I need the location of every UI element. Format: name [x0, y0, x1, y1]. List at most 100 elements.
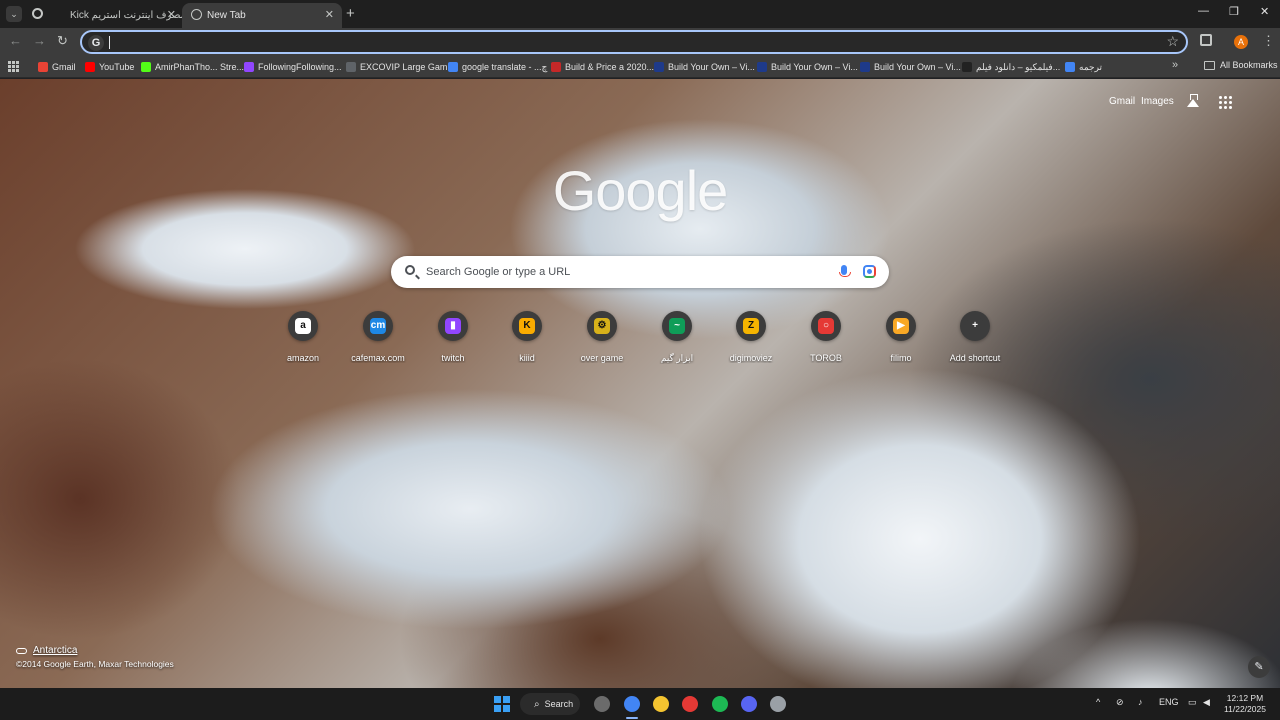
add-shortcut-button[interactable]: + Add shortcut	[940, 311, 1010, 367]
shortcut-tile[interactable]: ○ TOROB	[791, 311, 861, 367]
shortcut-icon-circle: ▶	[886, 311, 916, 341]
clock-date: 11/22/2025	[1224, 704, 1266, 714]
shortcut-label: ابزار گیم	[660, 353, 694, 363]
taskbar-search-button[interactable]: ⌕ Search	[520, 693, 580, 715]
back-button[interactable]: ←	[9, 33, 22, 48]
shortcut-label: TOROB	[810, 353, 842, 363]
new-tab-button[interactable]: +	[346, 5, 355, 22]
search-input[interactable]	[426, 256, 826, 288]
shortcut-tile[interactable]: Zdigimoviez	[716, 311, 786, 367]
bookmark-item[interactable]: Gmail	[38, 60, 76, 74]
bookmark-item[interactable]: Build & Price a 2020...	[551, 60, 654, 74]
apps-grid-icon[interactable]	[8, 61, 19, 72]
shortcut-tile[interactable]: ▶ filimo	[866, 311, 936, 367]
bookmark-item[interactable]: EXCOVIP Large Gam...	[346, 60, 455, 74]
shortcut-icon-circle: cm	[363, 311, 393, 341]
favicon-icon	[448, 62, 458, 72]
attribution-credit: ©2014 Google Earth, Maxar Technologies	[16, 659, 174, 669]
media-player-icon[interactable]	[682, 696, 698, 712]
shortcut-favicon-icon: ▶	[893, 318, 909, 334]
search-box[interactable]	[391, 256, 889, 288]
gmail-link[interactable]: Gmail	[1109, 96, 1135, 107]
google-lens-icon[interactable]	[863, 265, 876, 278]
shortcut-icon-circle: ⚙	[587, 311, 617, 341]
bookmark-star-icon[interactable]: ☆	[1166, 33, 1179, 50]
chrome-icon[interactable]	[624, 696, 640, 712]
bookmark-label: YouTube	[99, 62, 135, 72]
steam-icon[interactable]	[770, 696, 786, 712]
microphone-tray-icon[interactable]: ♪	[1138, 697, 1143, 707]
bookmark-item[interactable]: YouTube	[85, 60, 134, 74]
bookmark-item[interactable]: Build Your Own – Vi...	[654, 60, 755, 74]
google-icon: G	[88, 35, 104, 51]
tray-overflow-chevron-icon[interactable]: ^	[1096, 697, 1100, 707]
shortcut-favicon-icon: K	[519, 318, 535, 334]
shortcut-tile[interactable]: ▮ twitch	[418, 311, 488, 367]
spotify-icon[interactable]	[712, 696, 728, 712]
forward-button[interactable]: →	[33, 33, 46, 48]
minimize-button[interactable]: —	[1198, 5, 1209, 17]
google-logo: Google	[552, 159, 729, 222]
chrome-menu-icon[interactable]: ⋮	[1262, 33, 1275, 49]
display-icon[interactable]: ▭	[1188, 697, 1197, 708]
language-indicator[interactable]: ENG	[1159, 697, 1179, 707]
tab-search-button[interactable]: ⌄	[6, 6, 22, 22]
all-bookmarks-button[interactable]: All Bookmarks	[1204, 60, 1278, 70]
bookmark-item[interactable]: Build Your Own – Vi...	[757, 60, 858, 74]
system-clock[interactable]: 12:12 PM 11/22/2025	[1220, 693, 1270, 715]
background-attribution: Antarctica ©2014 Google Earth, Maxar Tec…	[16, 645, 174, 669]
bookmark-item[interactable]: ترجمه	[1065, 60, 1102, 74]
attribution-place-link[interactable]: Antarctica	[33, 645, 77, 656]
shortcut-label: Add shortcut	[949, 353, 1001, 363]
window-close-button[interactable]: ✕	[1260, 5, 1269, 18]
task-view-icon[interactable]	[594, 696, 610, 712]
shortcut-favicon-icon: ⚙	[594, 318, 610, 334]
bookmark-item[interactable]: AmirPhanTho... Stre...	[141, 60, 244, 74]
close-tab-icon[interactable]: ✕	[167, 8, 176, 21]
shortcut-label: twitch	[441, 353, 465, 363]
favicon-icon	[962, 62, 972, 72]
extensions-puzzle-icon[interactable]	[1200, 34, 1212, 46]
bookmark-label: ترجمه	[1079, 61, 1103, 72]
tab-new-tab[interactable]: New Tab ✕	[182, 3, 342, 28]
shortcut-tile[interactable]: Kkiiid	[492, 311, 562, 367]
windows-taskbar: ⌕ Search ^ ⊘ ♪ ENG ▭ ◀ 12:12 PM 11/22/20…	[0, 688, 1280, 720]
network-status-icon[interactable]: ⊘	[1116, 697, 1124, 708]
images-link[interactable]: Images	[1141, 96, 1174, 107]
bookmark-label: Build Your Own – Vi...	[668, 62, 755, 72]
shortcut-tile[interactable]: cm cafemax.com	[343, 311, 413, 367]
reload-button[interactable]: ↻	[57, 33, 68, 49]
bookmark-item[interactable]: google translate - ...چ	[448, 60, 547, 74]
shortcut-tile[interactable]: ~ ابزار گیم	[642, 311, 712, 367]
windows-start-icon[interactable]	[494, 696, 510, 712]
customize-pencil-icon[interactable]: ✎	[1248, 656, 1270, 678]
shortcut-icon-circle: ~	[662, 311, 692, 341]
discord-icon[interactable]	[741, 696, 757, 712]
profile-avatar[interactable]: A	[1234, 35, 1248, 49]
maximize-button[interactable]: ❐	[1229, 5, 1239, 18]
labs-flask-icon[interactable]	[1187, 94, 1199, 107]
close-tab-icon[interactable]: ✕	[325, 8, 334, 21]
favicon-icon	[85, 62, 95, 72]
shortcut-tile[interactable]: a amazon	[268, 311, 338, 367]
pinned-tab-icon[interactable]	[32, 8, 43, 19]
shortcut-tile[interactable]: ⚙ over game	[567, 311, 637, 367]
active-app-indicator	[626, 717, 638, 719]
google-apps-icon[interactable]	[1219, 96, 1232, 109]
bookmarks-bar: Gmail YouTube AmirPhanTho... Stre... Follow…	[0, 56, 1280, 78]
file-explorer-icon[interactable]	[653, 696, 669, 712]
bookmark-item[interactable]: فیلمکیو – دانلود فیلم...	[962, 60, 1060, 74]
shortcut-label: amazon	[286, 353, 320, 363]
taskbar-search-label: Search	[544, 699, 574, 709]
clock-time: 12:12 PM	[1226, 693, 1264, 703]
globe-icon	[191, 9, 202, 20]
bookmark-item[interactable]: Build Your Own – Vi...	[860, 60, 961, 74]
more-bookmarks-chevron-icon[interactable]: »	[1172, 59, 1178, 71]
tab-kick[interactable]: Kick مصرف اینترنت استریم ✕	[54, 3, 186, 28]
address-bar[interactable]: G ☆	[80, 30, 1188, 54]
microphone-icon[interactable]	[839, 265, 851, 277]
folder-icon	[1204, 60, 1215, 70]
bookmark-item[interactable]: FollowingFollowing...	[244, 60, 342, 74]
shortcut-label: cafemax.com	[351, 353, 405, 363]
volume-icon[interactable]: ◀	[1203, 697, 1210, 708]
